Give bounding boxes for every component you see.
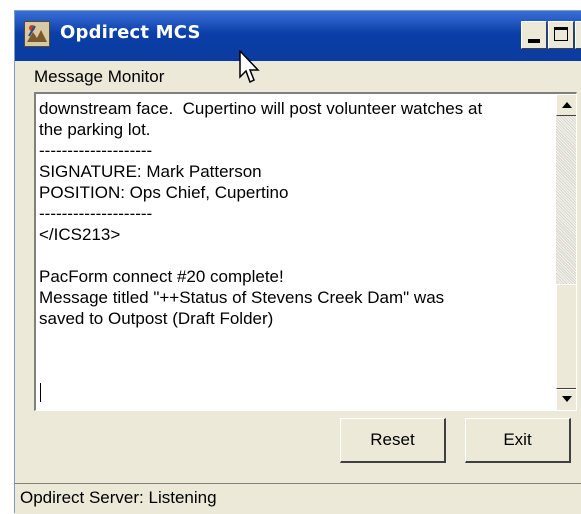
status-text: Opdirect Server: Listening [20, 488, 217, 507]
close-button[interactable]: × [575, 21, 581, 49]
window-title: Opdirect MCS [60, 22, 201, 43]
message-log-text[interactable]: downstream face. Cupertino will post vol… [39, 98, 555, 329]
scroll-thumb[interactable] [556, 284, 576, 389]
reset-button[interactable]: Reset [340, 418, 446, 463]
vertical-scrollbar[interactable] [556, 94, 576, 410]
mouse-pointer-icon [239, 50, 260, 84]
minimize-button[interactable] [521, 21, 547, 49]
message-monitor-label: Message Monitor [34, 67, 165, 86]
status-bar: Opdirect Server: Listening [15, 483, 581, 514]
minimize-icon [528, 39, 540, 43]
message-text-area[interactable]: downstream face. Cupertino will post vol… [34, 92, 577, 411]
arrow-up-icon [562, 102, 572, 108]
arrow-down-icon [562, 396, 572, 402]
app-icon [24, 21, 50, 47]
scroll-down-button[interactable] [556, 389, 576, 410]
text-caret [40, 383, 41, 402]
title-bar[interactable]: Opdirect MCS × [15, 11, 581, 61]
maximize-icon [554, 27, 568, 41]
maximize-button[interactable] [548, 21, 574, 49]
exit-button[interactable]: Exit [465, 418, 571, 463]
app-window: Opdirect MCS × Message Monitor downstrea… [14, 10, 581, 514]
scroll-up-button[interactable] [556, 94, 576, 116]
